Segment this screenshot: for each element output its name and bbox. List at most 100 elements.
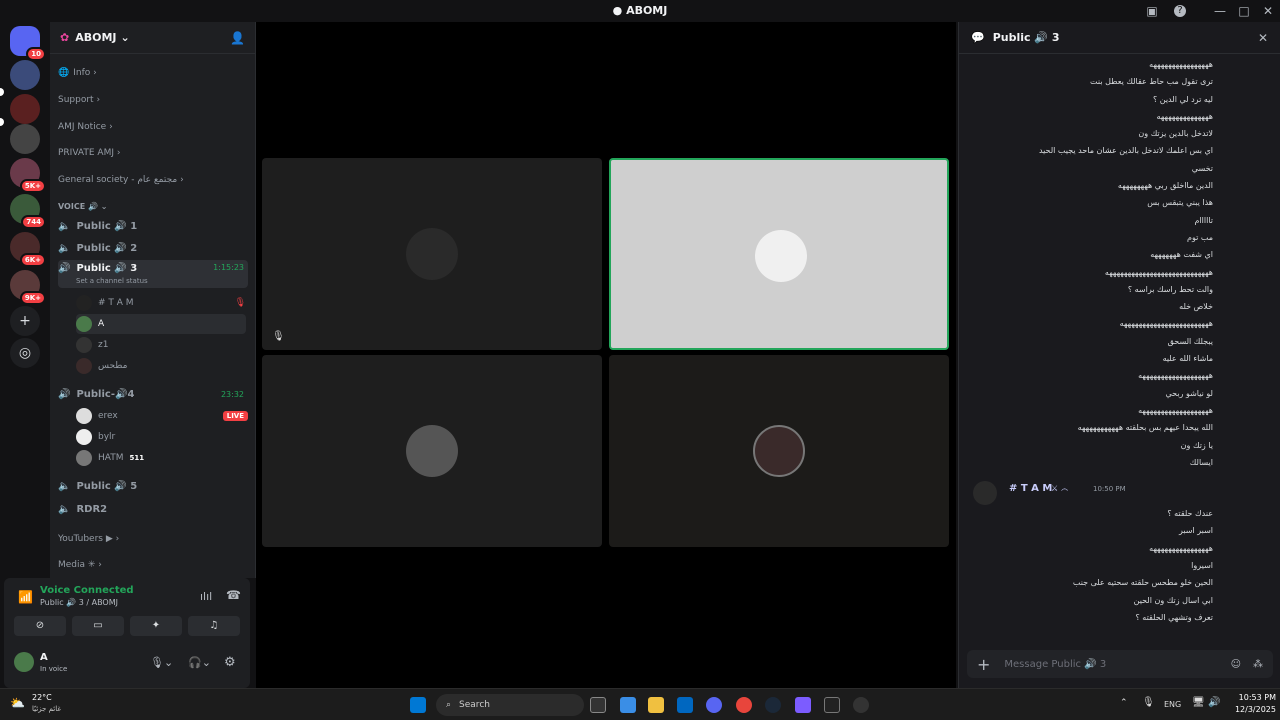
chat-message[interactable]: اي بس اعلمك لاتدخل بالدين عشان ماحد يجيب… — [959, 142, 1269, 159]
channel-youtubers[interactable]: YouTubers ▶ › — [58, 528, 248, 550]
channel-general-society[interactable]: General society - مجتمع عام › — [58, 169, 248, 191]
voice-member[interactable]: مطحس — [76, 356, 246, 376]
message-author[interactable]: # T A M — [1009, 483, 1052, 494]
message-author-row[interactable]: # T A M ⚔ ෴ 10:50 PM — [959, 477, 1269, 506]
channel-media[interactable]: Media ✳ › — [58, 554, 248, 576]
store-icon[interactable] — [677, 697, 693, 713]
chat-message[interactable]: خلاص خله — [959, 298, 1269, 315]
invite-icon[interactable]: 👤 — [230, 31, 245, 45]
channel-support[interactable]: Support › — [58, 89, 248, 111]
add-server-icon[interactable]: + — [10, 306, 40, 336]
weather-icon[interactable]: ⛅ — [10, 696, 25, 710]
minimize-icon[interactable]: — — [1212, 3, 1228, 19]
server-server-west[interactable] — [10, 60, 40, 90]
chat-message[interactable]: تعرف وتشهي الحلقته ؟ — [959, 609, 1269, 626]
signal-icon[interactable]: 📶 — [18, 590, 33, 604]
server-server-abomj[interactable] — [10, 94, 40, 124]
chat-message[interactable]: ترى تقول مب حاط عقالك يعطل بنت — [959, 73, 1269, 90]
voice-member[interactable]: bylr — [76, 427, 246, 447]
participant-tile[interactable] — [262, 355, 602, 547]
chat-message[interactable]: اسبر اسبر — [959, 522, 1269, 539]
chat-message[interactable]: اي شفت هههههههه — [959, 246, 1269, 263]
chat-message[interactable]: اسيروا — [959, 557, 1269, 574]
help-icon[interactable]: ? — [1174, 5, 1186, 17]
chat-message[interactable]: الحين خلو مطحس حلقته سحتيه على جنب — [959, 574, 1269, 591]
chat-message[interactable]: مب توم — [959, 229, 1269, 246]
channel-amj-notice[interactable]: AMJ Notice › — [58, 116, 248, 138]
app-icon[interactable] — [795, 697, 811, 713]
chat-message[interactable]: والت تحط راسك براسه ؟ — [959, 281, 1269, 298]
terminal-icon[interactable] — [824, 697, 840, 713]
language-indicator[interactable]: ENG — [1164, 700, 1181, 709]
steam-icon[interactable] — [765, 697, 781, 713]
tray-chevron-icon[interactable]: ⌃ — [1120, 698, 1128, 708]
participant-tile[interactable]: 🎙 — [262, 158, 602, 350]
participant-tile[interactable] — [609, 355, 949, 547]
voice-member[interactable]: HATM 511 — [76, 448, 246, 468]
discord-icon[interactable] — [706, 697, 722, 713]
voice-public-2[interactable]: 🔈 Public 🔊 2 — [58, 237, 248, 259]
copilot-icon[interactable] — [620, 697, 636, 713]
close-icon[interactable]: ✕ — [1258, 31, 1268, 45]
chat-message[interactable]: ههههههههههههههههههههههههههههه — [959, 264, 1269, 281]
voice-public-1[interactable]: 🔈 Public 🔊 1 — [58, 215, 248, 237]
activities-button[interactable]: ✦ — [130, 616, 182, 636]
volume-icon[interactable]: 🔊 — [1208, 697, 1220, 708]
taskbar-search[interactable]: ⌕ Search — [436, 694, 584, 716]
avatar[interactable] — [973, 481, 997, 506]
server-discord-home[interactable]: 10 — [10, 26, 46, 61]
chat-message[interactable]: عندك حلقته ؟ — [959, 505, 1269, 522]
voice-member[interactable]: erex LIVE — [76, 406, 248, 426]
channel-status[interactable]: Set a channel status — [76, 277, 148, 285]
apps-icon[interactable]: ⁂ — [1253, 659, 1263, 670]
chat-message[interactable]: ههههههههههههههه — [959, 108, 1269, 125]
server-server-8[interactable]: 9K+ — [10, 270, 46, 305]
voice-channel-path[interactable]: Public 🔊 3 / ABOMJ — [40, 598, 118, 607]
chat-message[interactable]: ههههههههههههههههه — [959, 56, 1269, 73]
windows-start-icon[interactable] — [410, 697, 426, 713]
voice-rdr2[interactable]: 🔈 RDR2 — [58, 498, 248, 520]
disconnect-icon[interactable]: ☎ — [226, 588, 241, 602]
category-voice[interactable]: VOICE 🔊 ⌄ — [58, 195, 248, 217]
server-server-4[interactable] — [10, 124, 40, 154]
server-server-5[interactable]: 5K+ — [10, 158, 46, 193]
chat-message[interactable]: هههههههههههههههههههه — [959, 402, 1269, 419]
chat-message[interactable]: الدين مااخلق ربي ههههههههه — [959, 177, 1269, 194]
camera-button[interactable]: ⊘ — [14, 616, 66, 636]
chat-message[interactable]: لاتدخل بالدين يزتك ون — [959, 125, 1269, 142]
chat-message[interactable]: ماشاء الله عليه — [959, 350, 1269, 367]
user-avatar[interactable] — [14, 652, 34, 672]
chat-message[interactable]: ههههههههههههههههه — [959, 540, 1269, 557]
message-input[interactable]: + Message Public 🔊 3 ☺ ⁂ — [967, 650, 1273, 678]
chat-message[interactable]: ههههههههههههههههههههههههه — [959, 315, 1269, 332]
chat-message[interactable]: الله ييحدا عيهم بس بحلقته هههههههههههه — [959, 419, 1269, 436]
inbox-icon[interactable]: ▣ — [1144, 3, 1160, 19]
channel-private-amj[interactable]: PRIVATE AMJ › — [58, 142, 248, 164]
file-explorer-icon[interactable] — [648, 697, 664, 713]
close-window-icon[interactable]: ✕ — [1260, 3, 1276, 19]
soundboard-button[interactable]: ♫ — [188, 616, 240, 636]
chat-message[interactable]: هههههههههههههههههههه — [959, 367, 1269, 384]
chat-message[interactable]: يبجلك السحق — [959, 333, 1269, 350]
server-server-6[interactable]: 744 — [10, 194, 46, 229]
microphone-icon[interactable]: 🎙⌄ — [150, 656, 173, 669]
voice-member[interactable]: A — [76, 314, 246, 334]
settings-icon[interactable]: ⚙ — [224, 655, 236, 670]
add-attachment-icon[interactable]: + — [977, 655, 990, 674]
voice-public-5[interactable]: 🔈 Public 🔊 5 — [58, 475, 248, 497]
clock-time[interactable]: 10:53 PM — [1226, 693, 1276, 702]
chat-message[interactable]: هذا يبني يتبقس بس — [959, 194, 1269, 211]
app-icon-2[interactable] — [853, 697, 869, 713]
chrome-icon[interactable] — [736, 697, 752, 713]
tray-mic-icon[interactable]: 🎙 — [1142, 697, 1155, 708]
server-header[interactable]: ✿ ABOMJ ⌄ 👤 — [50, 22, 255, 54]
chat-message[interactable]: ليه ترد لي الدين ؟ — [959, 91, 1269, 108]
chat-message[interactable]: ابي اسال زتك ون الحين — [959, 592, 1269, 609]
participant-tile-speaking[interactable] — [609, 158, 949, 350]
voice-public-4[interactable]: 🔊 Public-🔊4 23:32 — [58, 383, 248, 405]
channel-info[interactable]: 🌐 Info › — [58, 62, 248, 84]
voice-member[interactable]: # T A M 🎙 — [76, 293, 246, 313]
voice-public-3[interactable]: 🔊 Public 🔊 3 1:15:23 Set a channel status — [58, 260, 248, 288]
chat-message[interactable]: ايسالك — [959, 454, 1269, 471]
chat-message[interactable]: تااااام — [959, 212, 1269, 229]
